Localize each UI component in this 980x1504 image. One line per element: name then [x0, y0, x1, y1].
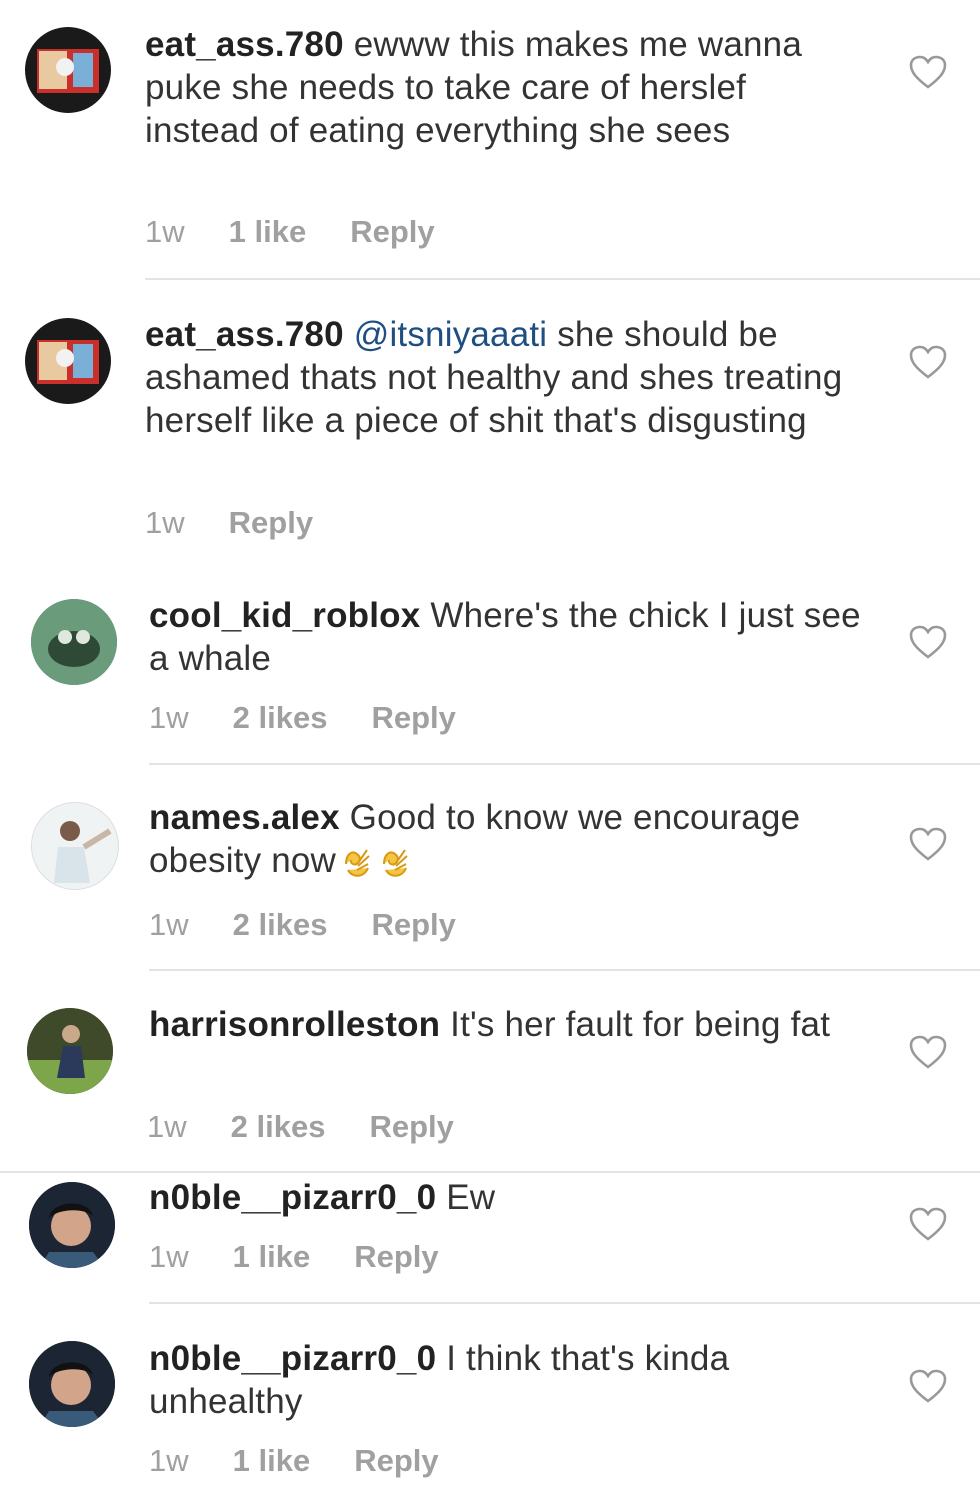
comment-meta: 1w 2 likes Reply — [149, 907, 500, 943]
comment-meta: 1w 1 like Reply — [145, 214, 479, 250]
divider — [149, 1302, 980, 1304]
comment-text: eat_ass.780 @itsniyaaati she should be a… — [145, 313, 865, 442]
comment-text: cool_kid_roblox Where's the chick I just… — [149, 594, 869, 680]
comment-text: eat_ass.780 ewww this makes me wanna puk… — [145, 23, 865, 152]
comment-body: Ew — [436, 1178, 496, 1217]
comment-likes[interactable]: 2 likes — [233, 700, 328, 735]
comment-likes[interactable]: 1 like — [233, 1239, 311, 1274]
avatar[interactable] — [29, 1182, 115, 1268]
comment-body: It's her fault for being fat — [440, 1005, 831, 1044]
reply-button[interactable]: Reply — [371, 907, 455, 942]
comment-likes[interactable]: 2 likes — [231, 1109, 326, 1144]
divider — [0, 1171, 980, 1173]
reply-button[interactable]: Reply — [354, 1239, 438, 1274]
comment-likes[interactable]: 1 like — [229, 214, 307, 249]
ok-hand-emoji — [345, 849, 370, 877]
avatar[interactable] — [31, 802, 119, 890]
comment-username[interactable]: n0ble__pizarr0_0 — [149, 1339, 436, 1378]
comment-text: n0ble__pizarr0_0 I think that's kinda un… — [149, 1337, 869, 1423]
comment-meta: 1w 1 like Reply — [149, 1239, 483, 1275]
comment-time: 1w — [149, 907, 189, 942]
avatar[interactable] — [27, 1008, 113, 1094]
heart-outline-icon[interactable] — [908, 344, 948, 380]
comment-meta: 1w 2 likes Reply — [149, 700, 500, 736]
comment-text: n0ble__pizarr0_0 Ew — [149, 1176, 869, 1219]
reply-button[interactable]: Reply — [371, 700, 455, 735]
comment-likes[interactable]: 2 likes — [233, 907, 328, 942]
comment-likes[interactable]: 1 like — [233, 1443, 311, 1478]
comment-username[interactable]: eat_ass.780 — [145, 315, 344, 354]
ok-hand-emoji — [383, 849, 408, 877]
divider — [149, 969, 980, 971]
comment-meta: 1w 2 likes Reply — [147, 1109, 498, 1145]
divider — [149, 763, 980, 765]
comment-meta: 1w Reply — [145, 505, 357, 541]
comment-text: harrisonrolleston It's her fault for bei… — [149, 1003, 869, 1046]
heart-outline-icon[interactable] — [908, 1206, 948, 1242]
avatar[interactable] — [31, 599, 117, 685]
heart-outline-icon[interactable] — [908, 624, 948, 660]
comment-time: 1w — [145, 214, 185, 249]
comment-time: 1w — [145, 505, 185, 540]
heart-outline-icon[interactable] — [908, 826, 948, 862]
avatar[interactable] — [25, 27, 111, 113]
reply-button[interactable]: Reply — [369, 1109, 453, 1144]
avatar[interactable] — [25, 318, 111, 404]
reply-button[interactable]: Reply — [229, 505, 313, 540]
comment-meta: 1w 1 like Reply — [149, 1443, 483, 1479]
comment-username[interactable]: n0ble__pizarr0_0 — [149, 1178, 436, 1217]
comment-time: 1w — [149, 1443, 189, 1478]
comment-time: 1w — [149, 1239, 189, 1274]
comment-time: 1w — [147, 1109, 187, 1144]
comment-text: names.alex Good to know we encourage obe… — [149, 796, 879, 882]
comment-username[interactable]: names.alex — [149, 798, 340, 837]
avatar[interactable] — [29, 1341, 115, 1427]
heart-outline-icon[interactable] — [908, 1034, 948, 1070]
heart-outline-icon[interactable] — [908, 1368, 948, 1404]
comment-time: 1w — [149, 700, 189, 735]
reply-button[interactable]: Reply — [350, 214, 434, 249]
comment-username[interactable]: eat_ass.780 — [145, 25, 344, 64]
divider — [145, 278, 980, 280]
heart-outline-icon[interactable] — [908, 54, 948, 90]
comment-username[interactable]: cool_kid_roblox — [149, 596, 420, 635]
comment-username[interactable]: harrisonrolleston — [149, 1005, 440, 1044]
comment-mention[interactable]: @itsniyaaati — [354, 315, 548, 354]
reply-button[interactable]: Reply — [354, 1443, 438, 1478]
